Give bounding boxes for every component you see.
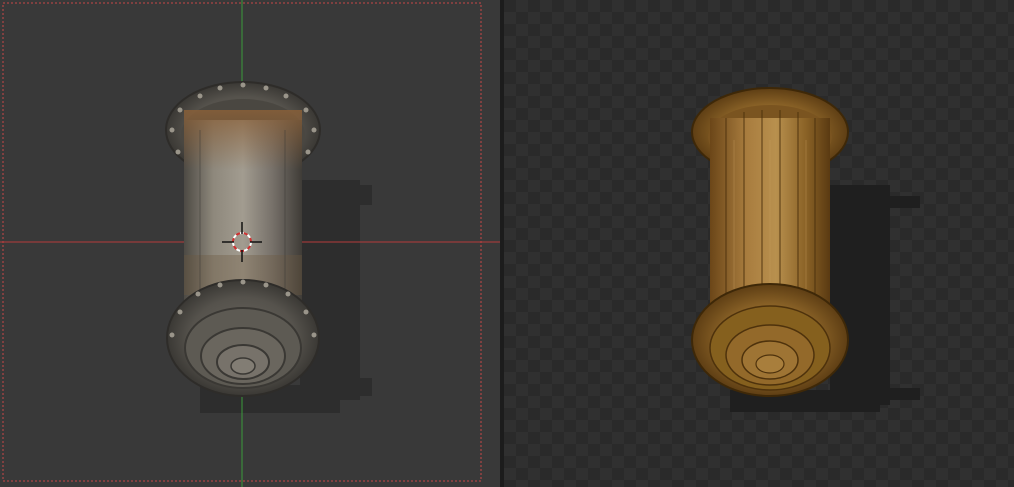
blender-workspace xyxy=(0,0,1014,487)
wooden-barrel[interactable] xyxy=(691,87,849,397)
3d-viewport[interactable] xyxy=(0,0,500,487)
metal-pipe-barrel[interactable] xyxy=(165,81,321,397)
render-canvas xyxy=(691,87,920,412)
3d-viewport-canvas xyxy=(0,0,500,487)
render-preview[interactable] xyxy=(504,0,1014,487)
